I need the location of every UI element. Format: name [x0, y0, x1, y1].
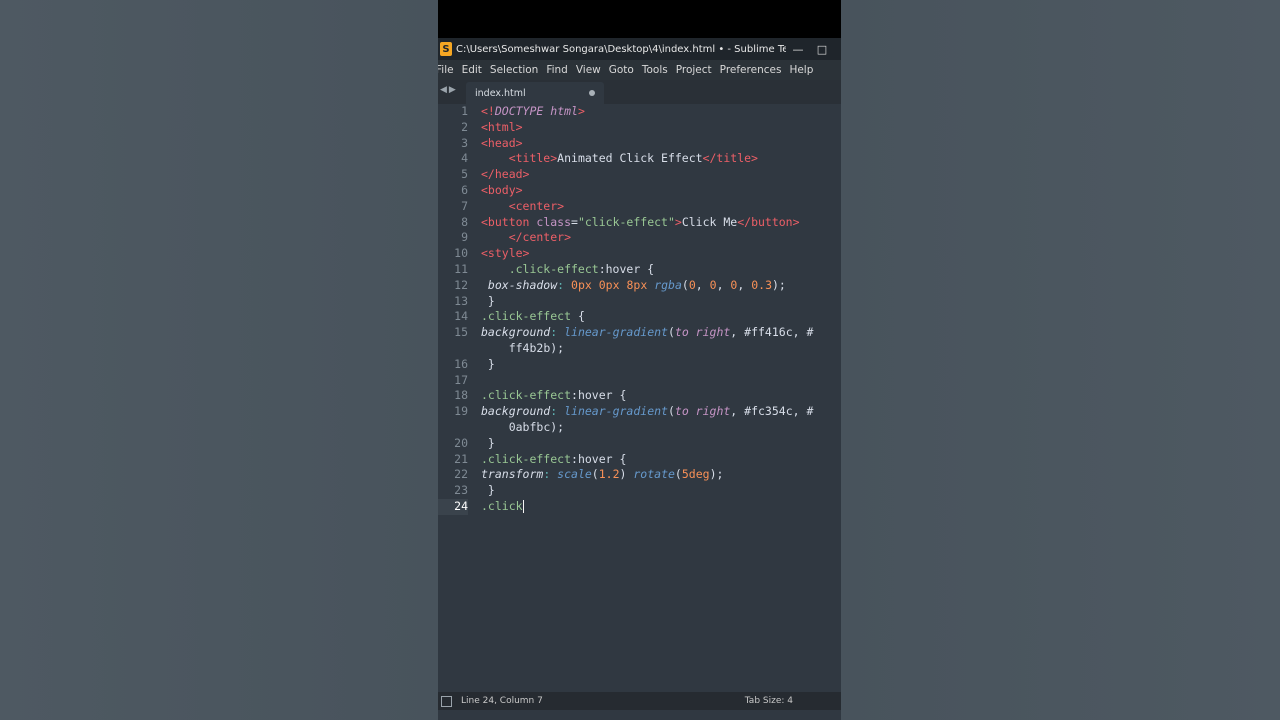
line-number: 13	[454, 293, 468, 308]
menu-find[interactable]: Find	[542, 64, 572, 76]
line-number: 5	[461, 167, 468, 182]
line-number: 21	[454, 451, 468, 466]
code-line-4: <title>Animated Click Effect</title>	[481, 151, 758, 166]
text-cursor	[522, 499, 524, 513]
code-line-15: background: linear-gradient(to right, #f…	[481, 325, 814, 340]
code-line-9: </center>	[481, 230, 572, 245]
status-bar: Line 24, Column 7 Tab Size: 4	[438, 692, 841, 710]
line-number: ·	[438, 341, 468, 357]
tab-scroll-arrows-icon[interactable]: ◀▶	[440, 85, 458, 95]
code-line-16: }	[481, 356, 495, 371]
line-number: 4	[461, 151, 468, 166]
line-number: 1	[461, 104, 468, 118]
code-line-10: <style>	[481, 246, 530, 261]
line-number: 9	[461, 230, 468, 245]
code-line-19: background: linear-gradient(to right, #f…	[481, 404, 814, 419]
code-line-8: <button class="click-effect">Click Me</b…	[481, 214, 800, 229]
unsaved-dot-icon[interactable]	[589, 90, 595, 96]
tab-bar: ◀▶ index.html	[438, 80, 841, 104]
menu-bar: File Edit Selection Find View Goto Tools…	[438, 60, 841, 80]
line-number: 14	[454, 309, 468, 324]
line-number: 7	[461, 198, 468, 213]
code-line-24: .click	[481, 498, 524, 513]
code-line-15-wrap: ff4b2b);	[508, 340, 565, 355]
tab-label: index.html	[475, 87, 526, 99]
line-number: 15	[454, 325, 468, 340]
backdrop-right	[841, 0, 1280, 720]
menu-goto[interactable]: Goto	[605, 64, 638, 76]
code-line-7: <center>	[481, 198, 565, 213]
menu-preferences[interactable]: Preferences	[716, 64, 786, 76]
line-number: 17	[454, 372, 468, 387]
menu-view[interactable]: View	[572, 64, 605, 76]
code-line-20: }	[481, 435, 495, 450]
line-number: 11	[454, 261, 468, 276]
minimize-button[interactable]: —	[786, 43, 810, 56]
line-number: 16	[454, 356, 468, 371]
line-number-gutter: 123456789101112131415·16171819·202122232…	[438, 104, 468, 515]
title-bar: S C:\Users\Someshwar Songara\Desktop\4\i…	[438, 38, 841, 60]
screen-frame: S C:\Users\Someshwar Songara\Desktop\4\i…	[438, 0, 841, 720]
code-line-3: <head>	[481, 135, 523, 150]
line-number: 10	[454, 246, 468, 261]
code-line-13: }	[481, 293, 495, 308]
sublime-window: S C:\Users\Someshwar Songara\Desktop\4\i…	[438, 38, 841, 720]
menu-help[interactable]: Help	[785, 64, 817, 76]
code-line-21: .click-effect:hover {	[481, 451, 627, 466]
panel-toggle-icon[interactable]	[441, 695, 452, 707]
cursor-position: Line 24, Column 7	[461, 696, 543, 706]
line-number: 6	[461, 182, 468, 197]
line-number: 2	[461, 119, 468, 134]
code-line-23: }	[481, 483, 495, 498]
menu-file[interactable]: File	[438, 64, 458, 76]
backdrop-left	[0, 0, 438, 720]
code-line-5: </head>	[481, 167, 530, 182]
window-title: C:\Users\Someshwar Songara\Desktop\4\ind…	[456, 43, 786, 55]
line-number: 8	[461, 214, 468, 229]
code-line-14: .click-effect {	[481, 309, 585, 324]
line-number: 22	[454, 467, 468, 482]
menu-tools[interactable]: Tools	[638, 64, 672, 76]
sublime-logo-icon: S	[440, 42, 452, 56]
line-number: 18	[454, 388, 468, 403]
code-line-22: transform: scale(1.2) rotate(5deg);	[481, 467, 724, 482]
menu-edit[interactable]: Edit	[458, 64, 486, 76]
tab-index-html[interactable]: index.html	[466, 82, 604, 104]
line-number: 24	[438, 498, 468, 515]
code-line-1: <!DOCTYPE html>	[481, 104, 585, 118]
code-editor[interactable]: 123456789101112131415·16171819·202122232…	[438, 104, 841, 692]
code-line-11: .click-effect:hover {	[481, 261, 655, 276]
code-area[interactable]: <!DOCTYPE html> <html> <head> <title>Ani…	[481, 104, 839, 515]
code-line-18: .click-effect:hover {	[481, 388, 627, 403]
line-number: ·	[438, 420, 468, 436]
menu-project[interactable]: Project	[672, 64, 716, 76]
code-line-6: <body>	[481, 182, 523, 197]
menu-selection[interactable]: Selection	[486, 64, 542, 76]
line-number: 3	[461, 135, 468, 150]
line-number: 20	[454, 435, 468, 450]
tab-size-indicator[interactable]: Tab Size: 4	[745, 696, 793, 706]
line-number: 23	[454, 483, 468, 498]
code-line-19-wrap: 0abfbc);	[508, 419, 565, 434]
maximize-button[interactable]: □	[810, 43, 834, 56]
line-number: 12	[454, 277, 468, 292]
code-line-2: <html>	[481, 119, 523, 134]
line-number: 19	[454, 404, 468, 419]
code-line-12: box-shadow: 0px 0px 8px rgba(0, 0, 0, 0.…	[481, 277, 786, 292]
